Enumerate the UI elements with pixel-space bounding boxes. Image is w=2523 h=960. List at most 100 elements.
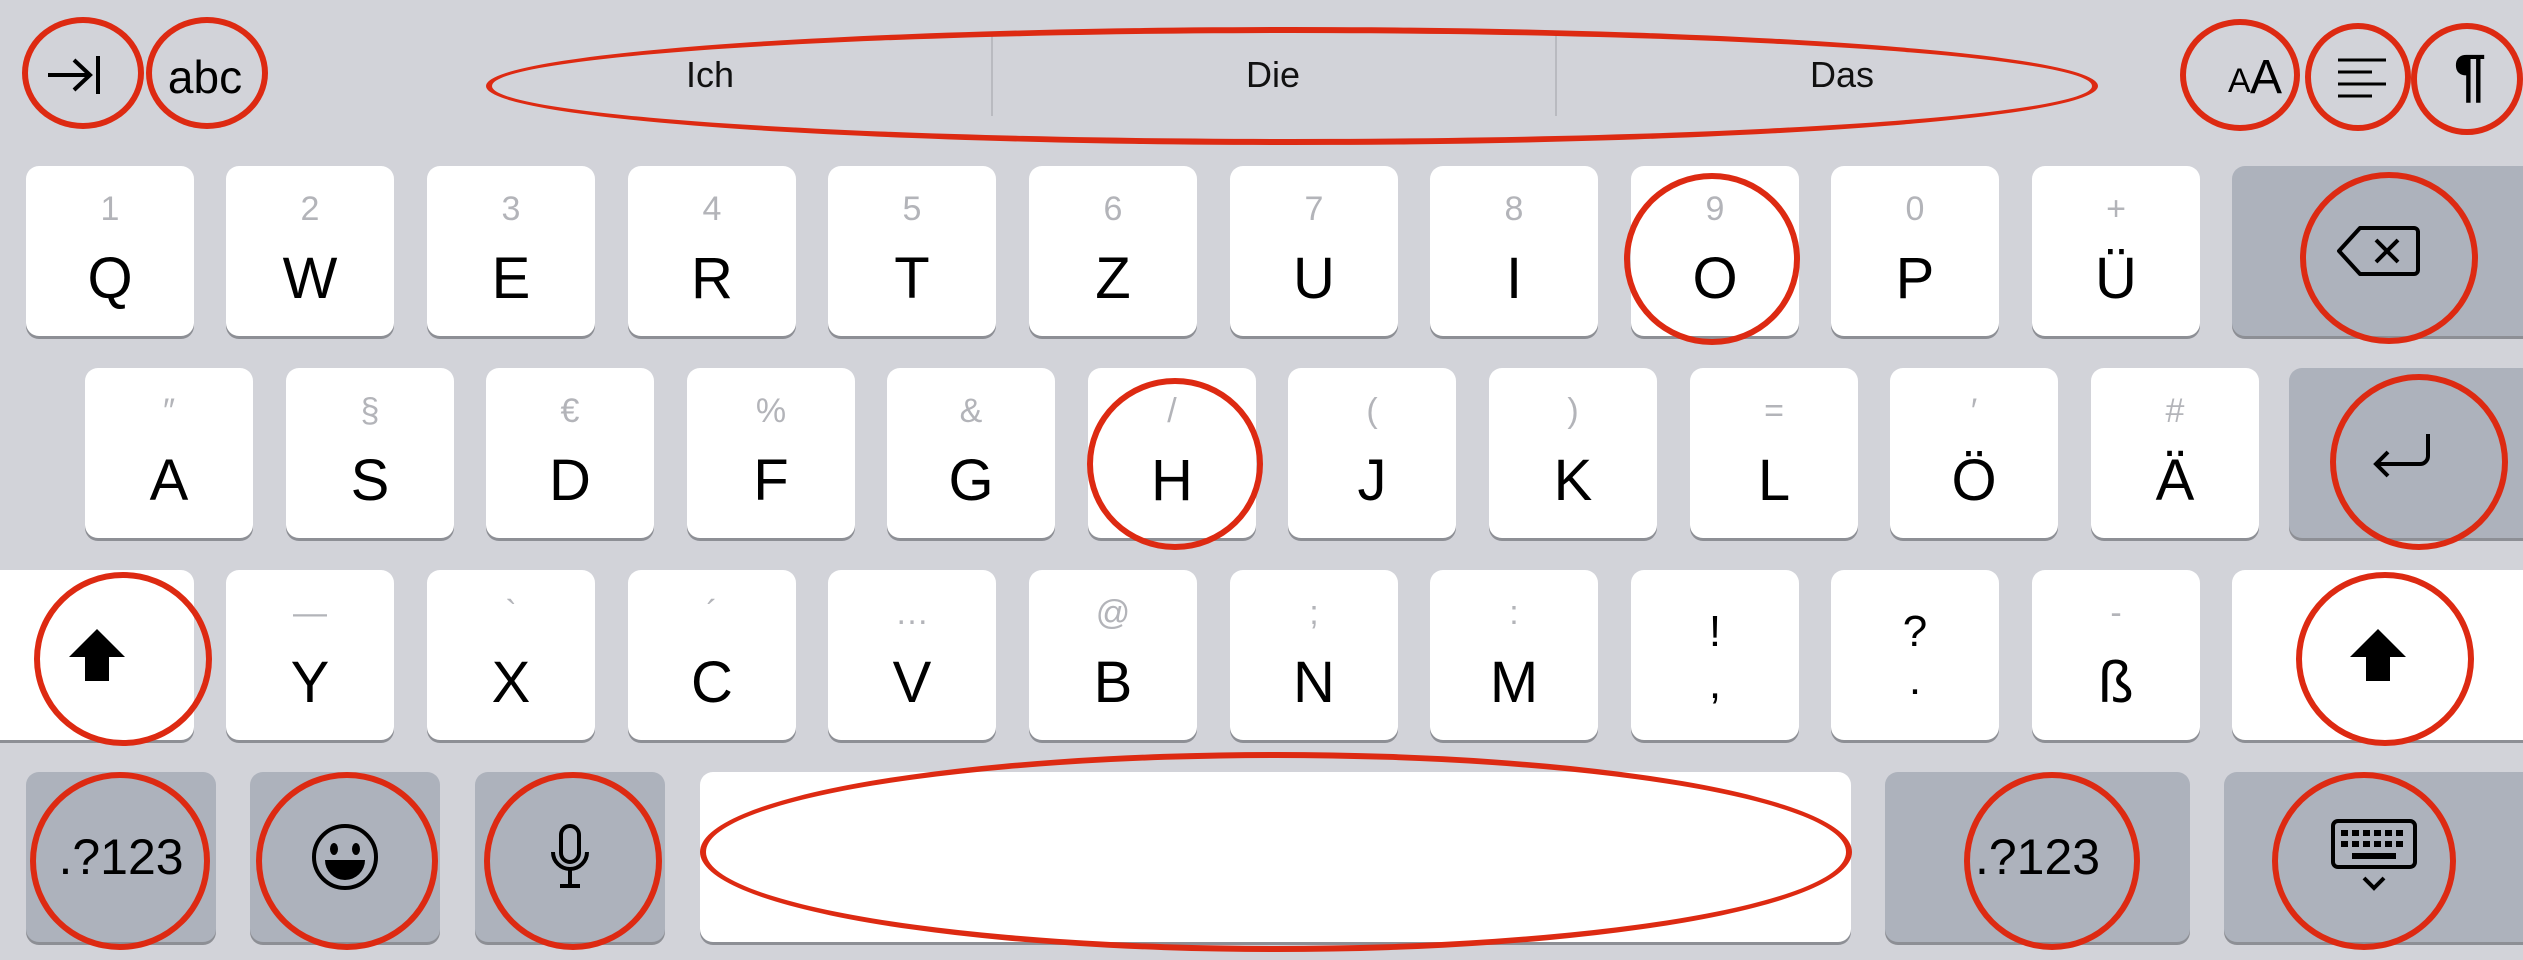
key-p[interactable]: 0 P [1831,166,1999,336]
key-o[interactable]: 9 O [1631,166,1799,336]
key-top-symbol: ! [1708,607,1722,656]
key-secondary: : [1509,594,1519,632]
key-oe[interactable]: ′ Ö [1890,368,2058,538]
key-exclamation-comma[interactable]: ! , [1631,570,1799,740]
tab-right-arrow-icon [48,56,100,94]
key-primary: D [549,448,591,513]
key-eszett[interactable]: - ß [2032,570,2200,740]
dismiss-keyboard-key[interactable] [2224,772,2523,942]
key-f[interactable]: % F [687,368,855,538]
key-secondary: # [2165,392,2185,430]
numbers-left-label: .?123 [58,829,184,885]
key-x[interactable]: ` X [427,570,595,740]
key-m[interactable]: : M [1430,570,1598,740]
key-top-symbol: ? [1902,607,1928,656]
key-w[interactable]: 2 W [226,166,394,336]
return-arrow-icon [2373,434,2430,478]
microphone-icon [551,824,589,888]
key-l[interactable]: = L [1690,368,1858,538]
key-c[interactable]: ´ C [628,570,796,740]
key-secondary: 4 [702,190,722,228]
key-primary: Z [1095,246,1131,311]
key-h[interactable]: / H [1088,368,1256,538]
delete-key[interactable] [2232,166,2523,336]
key-secondary: & [959,392,983,430]
key-primary: ß [2098,650,2134,715]
abc-key[interactable]: abc [150,40,260,110]
key-primary: Q [87,246,133,311]
key-j[interactable]: ( J [1288,368,1456,538]
key-secondary: 0 [1905,190,1925,228]
text-align-key[interactable] [2310,30,2410,120]
key-primary: F [753,448,789,513]
key-q[interactable]: 1 Q [26,166,194,336]
font-size-large-a: A [2250,51,2283,104]
key-e[interactable]: 3 E [427,166,595,336]
key-primary: S [350,448,390,513]
key-primary: X [491,650,531,715]
key-s[interactable]: § S [286,368,454,538]
shift-left-key[interactable] [0,570,194,740]
key-secondary: 7 [1304,190,1324,228]
key-primary: B [1093,650,1133,715]
key-primary: J [1357,448,1387,513]
suggestion-3[interactable]: Das [1557,24,2127,126]
tab-key[interactable] [30,30,114,120]
key-ae[interactable]: # Ä [2091,368,2259,538]
key-d[interactable]: € D [486,368,654,538]
key-a[interactable]: ″ A [85,368,253,538]
keyboard: abc Ich Die Das A AA A ¶ 1 Q 2 W 3 E 4 R… [0,0,2523,960]
key-primary: Ü [2095,246,2137,311]
key-u[interactable]: 7 U [1230,166,1398,336]
key-primary: N [1293,650,1335,715]
key-secondary: € [560,392,580,430]
key-primary: I [1505,246,1523,311]
key-primary: H [1151,448,1193,513]
key-secondary: § [360,392,380,430]
key-t[interactable]: 5 T [828,166,996,336]
space-bar[interactable] [700,772,1851,942]
suggestion-2[interactable]: Die [993,24,1553,126]
key-primary: K [1553,448,1593,513]
pilcrow-key[interactable]: ¶ [2420,30,2520,120]
keyboard-dismiss-icon [2330,819,2417,891]
return-key[interactable] [2289,368,2523,538]
key-secondary: ″ [162,392,176,430]
key-secondary: / [1167,392,1177,430]
key-primary: O [1692,246,1738,311]
numbers-left-key[interactable]: .?123 [26,772,216,942]
key-primary: W [282,246,338,311]
key-ue[interactable]: + Ü [2032,166,2200,336]
key-b[interactable]: @ B [1029,570,1197,740]
key-r[interactable]: 4 R [628,166,796,336]
font-size-key[interactable]: A AA A [2190,30,2290,120]
suggestion-1[interactable]: Ich [430,24,990,126]
key-primary: A [149,448,189,513]
shift-right-key[interactable] [2232,570,2523,740]
pilcrow-label: ¶ [2453,43,2487,108]
key-secondary: 2 [300,190,320,228]
key-y[interactable]: — Y [226,570,394,740]
numbers-right-key[interactable]: .?123 [1885,772,2190,942]
key-primary: G [948,448,994,513]
dictation-key[interactable] [475,772,665,942]
key-primary: U [1293,246,1335,311]
key-n[interactable]: ; N [1230,570,1398,740]
key-primary: P [1895,246,1935,311]
key-z[interactable]: 6 Z [1029,166,1197,336]
key-i[interactable]: 8 I [1430,166,1598,336]
key-question-period[interactable]: ? . [1831,570,1999,740]
key-primary: V [892,650,932,715]
key-primary: R [691,246,733,311]
key-primary: T [894,246,930,311]
emoji-key[interactable] [250,772,440,942]
key-bottom-symbol: , [1708,659,1722,708]
key-g[interactable]: & G [887,368,1055,538]
shift-arrow-icon [69,629,125,681]
text-align-left-icon [2338,58,2386,98]
key-secondary: ` [505,594,517,632]
key-v[interactable]: … V [828,570,996,740]
key-secondary: 9 [1705,190,1725,228]
key-k[interactable]: ) K [1489,368,1657,538]
key-secondary: 8 [1504,190,1524,228]
